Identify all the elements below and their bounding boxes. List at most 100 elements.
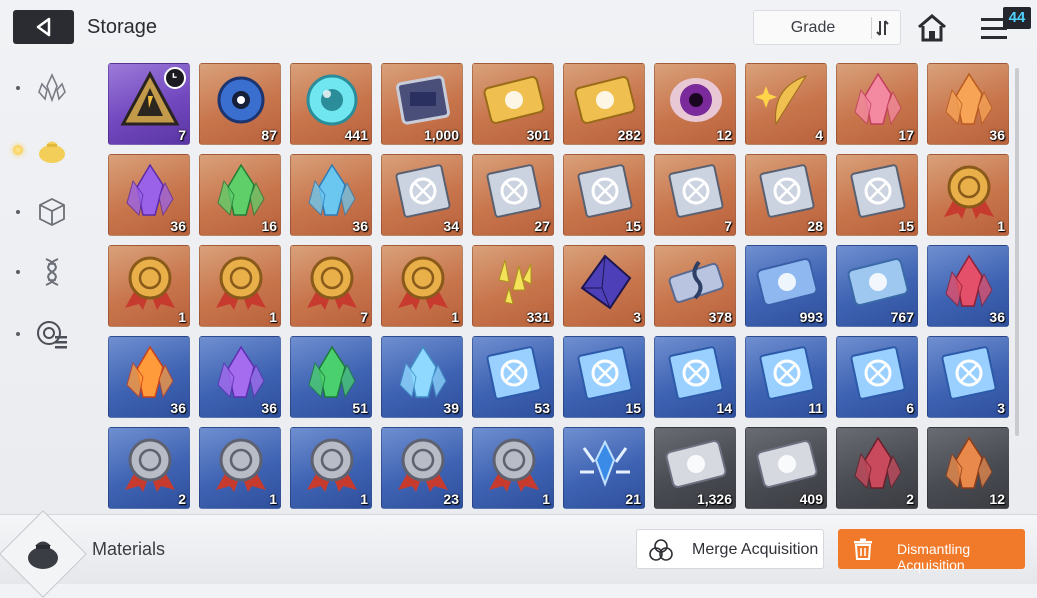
nav-item-genes[interactable] (10, 250, 80, 294)
silver-ticket-icon (665, 440, 727, 488)
inventory-slot[interactable]: 17 (836, 63, 918, 145)
inventory-slot[interactable]: 378 (654, 245, 736, 327)
inventory-slot[interactable]: 34 (381, 154, 463, 236)
blue-compass-ticket-icon (847, 258, 909, 306)
silver-medal-wings-icon (307, 438, 357, 492)
item-quantity: 2 (906, 491, 914, 507)
nav-indicator-dot (16, 86, 20, 90)
gold-medal-plus-icon (944, 165, 994, 219)
inventory-slot[interactable]: 7 (108, 63, 190, 145)
item-quantity: 16 (261, 218, 277, 234)
inventory-slot[interactable]: 409 (745, 427, 827, 509)
silver-medal-bolt-icon (398, 438, 448, 492)
item-quantity: 51 (352, 400, 368, 416)
dna-helix-icon (45, 258, 59, 286)
inventory-slot[interactable]: 6 (836, 336, 918, 418)
inventory-slot[interactable]: 441 (290, 63, 372, 145)
inventory-slot[interactable]: 4 (745, 63, 827, 145)
silver-medal-plus-icon (125, 438, 175, 492)
inventory-slot[interactable]: 1 (199, 245, 281, 327)
inventory-slot[interactable]: 15 (563, 336, 645, 418)
wing-book-icon (668, 164, 724, 218)
inventory-slot[interactable]: 2 (108, 427, 190, 509)
inventory-slot[interactable]: 1,000 (381, 63, 463, 145)
inventory-slot[interactable]: 12 (927, 427, 1009, 509)
inventory-slot[interactable]: 21 (563, 427, 645, 509)
ice-crystal-icon (399, 345, 447, 399)
back-button[interactable] (13, 10, 74, 44)
grid-scrollbar[interactable] (1015, 68, 1019, 436)
inventory-slot[interactable]: 331 (472, 245, 554, 327)
item-quantity: 34 (443, 218, 459, 234)
inventory-slot[interactable]: 1,326 (654, 427, 736, 509)
item-quantity: 409 (799, 491, 823, 507)
inventory-slot[interactable]: 3 (927, 336, 1009, 418)
item-quantity: 767 (890, 309, 914, 325)
item-quantity: 1,000 (423, 127, 459, 143)
item-quantity: 1 (542, 491, 550, 507)
blue-sword-book-icon (486, 346, 542, 400)
dismantling-acquisition-button[interactable]: Dismantling Acquisition (838, 529, 1025, 573)
nav-item-records[interactable] (10, 312, 80, 356)
gold-medal-shield-icon (125, 256, 175, 310)
inventory-slot[interactable]: 15 (563, 154, 645, 236)
cube-icon (39, 197, 65, 227)
grade-label: Grade (790, 19, 836, 36)
merge-acquisition-button[interactable]: Merge Acquisition (636, 529, 824, 569)
inventory-slot[interactable]: 301 (472, 63, 554, 145)
inventory-slot[interactable]: 767 (836, 245, 918, 327)
inventory-slot[interactable]: 11 (745, 336, 827, 418)
inventory-slot[interactable]: 36 (290, 154, 372, 236)
inventory-slot[interactable]: 1 (290, 427, 372, 509)
merge-acquisition-label: Merge Acquisition (692, 541, 819, 558)
inventory-slot[interactable]: 39 (381, 336, 463, 418)
inventory-slot[interactable]: 3 (563, 245, 645, 327)
item-quantity: 12 (989, 491, 1005, 507)
glass-sphere-icon (306, 74, 358, 126)
inventory-slot[interactable]: 16 (199, 154, 281, 236)
inventory-slot[interactable]: 36 (108, 154, 190, 236)
inventory-slot[interactable]: 27 (472, 154, 554, 236)
inventory-slot[interactable]: 15 (836, 154, 918, 236)
inventory-slot[interactable]: 1 (381, 245, 463, 327)
inventory-slot[interactable]: 36 (199, 336, 281, 418)
inventory-slot[interactable]: 14 (654, 336, 736, 418)
inventory-slot[interactable]: 1 (108, 245, 190, 327)
item-quantity: 15 (625, 400, 641, 416)
inventory-slot[interactable]: 12 (654, 63, 736, 145)
inventory-slot[interactable]: 53 (472, 336, 554, 418)
materials-pouch-icon (28, 541, 58, 569)
inventory-slot[interactable]: 7 (290, 245, 372, 327)
home-icon[interactable] (916, 12, 948, 44)
inventory-slot[interactable]: 51 (290, 336, 372, 418)
inventory-slot[interactable]: 282 (563, 63, 645, 145)
inventory-slot[interactable]: 36 (108, 336, 190, 418)
inventory-slot[interactable]: 1 (472, 427, 554, 509)
nav-item-modules[interactable] (10, 190, 80, 234)
notification-count-badge: 44 (1003, 7, 1031, 29)
grade-sort-button[interactable]: Grade (753, 10, 901, 45)
item-quantity: 14 (716, 400, 732, 416)
sort-order-icon[interactable] (871, 17, 892, 39)
nav-item-crystals[interactable] (10, 66, 80, 110)
silver-medal-circle-icon (489, 438, 539, 492)
inventory-slot[interactable]: 7 (654, 154, 736, 236)
inventory-slot[interactable]: 36 (927, 245, 1009, 327)
side-nav (10, 62, 80, 362)
inventory-slot[interactable]: 28 (745, 154, 827, 236)
inventory-slot[interactable]: 87 (199, 63, 281, 145)
inventory-slot[interactable]: 1 (927, 154, 1009, 236)
inventory-slot[interactable]: 993 (745, 245, 827, 327)
item-quantity: 331 (526, 309, 550, 325)
inventory-slot[interactable]: 36 (927, 63, 1009, 145)
nav-item-materials[interactable] (10, 128, 80, 172)
trash-icon (854, 538, 872, 560)
inventory-slot[interactable]: 23 (381, 427, 463, 509)
inventory-slot[interactable]: 1 (199, 427, 281, 509)
item-quantity: 1 (269, 309, 277, 325)
data-chip-icon (396, 75, 450, 125)
inventory-slot[interactable]: 2 (836, 427, 918, 509)
item-quantity: 36 (989, 127, 1005, 143)
item-quantity: 36 (352, 218, 368, 234)
item-quantity: 36 (989, 309, 1005, 325)
